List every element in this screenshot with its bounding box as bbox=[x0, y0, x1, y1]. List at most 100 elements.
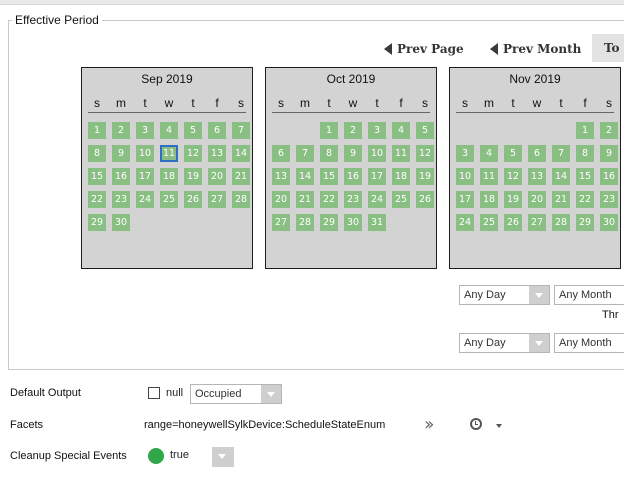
day-cell[interactable]: 21 bbox=[232, 168, 250, 185]
day-cell[interactable]: 10 bbox=[136, 145, 154, 162]
day-cell[interactable]: 4 bbox=[480, 145, 498, 162]
day-cell[interactable]: 4 bbox=[160, 122, 178, 139]
day-cell[interactable]: 3 bbox=[456, 145, 474, 162]
day-cell[interactable]: 17 bbox=[456, 191, 474, 208]
day-cell[interactable]: 5 bbox=[184, 122, 202, 139]
day-cell[interactable]: 29 bbox=[88, 214, 106, 231]
clock-icon[interactable] bbox=[470, 418, 482, 430]
day-cell[interactable]: 13 bbox=[272, 168, 290, 185]
day-cell[interactable]: 31 bbox=[368, 214, 386, 231]
prev-month-button[interactable]: Prev Month bbox=[490, 38, 581, 60]
day-cell[interactable]: 25 bbox=[392, 191, 410, 208]
day-cell[interactable]: 9 bbox=[112, 145, 130, 162]
day-cell[interactable]: 13 bbox=[208, 145, 226, 162]
day-cell[interactable]: 5 bbox=[504, 145, 522, 162]
day-cell[interactable]: 7 bbox=[552, 145, 570, 162]
day-cell[interactable]: 17 bbox=[368, 168, 386, 185]
day-cell[interactable]: 3 bbox=[136, 122, 154, 139]
day-cell[interactable]: 15 bbox=[320, 168, 338, 185]
cleanup-select[interactable] bbox=[210, 447, 234, 467]
day-cell[interactable]: 30 bbox=[112, 214, 130, 231]
day-cell[interactable]: 30 bbox=[600, 214, 618, 231]
day-cell[interactable]: 13 bbox=[528, 168, 546, 185]
selected-day-cell[interactable]: 11 bbox=[160, 145, 178, 162]
day-cell[interactable]: 22 bbox=[320, 191, 338, 208]
day-cell[interactable]: 9 bbox=[344, 145, 362, 162]
day-cell[interactable]: 27 bbox=[272, 214, 290, 231]
day-cell[interactable]: 23 bbox=[112, 191, 130, 208]
day-cell[interactable]: 25 bbox=[480, 214, 498, 231]
day-cell[interactable]: 20 bbox=[528, 191, 546, 208]
day-cell[interactable]: 9 bbox=[600, 145, 618, 162]
day-cell[interactable]: 16 bbox=[112, 168, 130, 185]
day-cell[interactable]: 26 bbox=[416, 191, 434, 208]
day-cell[interactable]: 7 bbox=[232, 122, 250, 139]
day-cell[interactable]: 1 bbox=[88, 122, 106, 139]
day-cell[interactable]: 27 bbox=[528, 214, 546, 231]
day-cell[interactable]: 12 bbox=[416, 145, 434, 162]
day-cell[interactable]: 8 bbox=[320, 145, 338, 162]
day-cell[interactable]: 21 bbox=[552, 191, 570, 208]
day-cell[interactable]: 24 bbox=[136, 191, 154, 208]
day-cell[interactable]: 19 bbox=[504, 191, 522, 208]
day-cell[interactable]: 16 bbox=[600, 168, 618, 185]
day-cell[interactable]: 23 bbox=[344, 191, 362, 208]
day-cell[interactable]: 15 bbox=[576, 168, 594, 185]
day-cell[interactable]: 19 bbox=[184, 168, 202, 185]
day-cell[interactable]: 20 bbox=[208, 168, 226, 185]
day-cell[interactable]: 28 bbox=[232, 191, 250, 208]
day-cell[interactable]: 20 bbox=[272, 191, 290, 208]
day-cell[interactable]: 12 bbox=[184, 145, 202, 162]
day-cell[interactable]: 23 bbox=[600, 191, 618, 208]
start-month-select[interactable]: Any Month bbox=[554, 285, 624, 305]
day-cell[interactable]: 25 bbox=[160, 191, 178, 208]
default-output-select[interactable]: Occupied bbox=[190, 384, 282, 404]
end-month-select[interactable]: Any Month bbox=[554, 333, 624, 353]
day-cell[interactable]: 12 bbox=[504, 168, 522, 185]
day-cell[interactable]: 8 bbox=[576, 145, 594, 162]
today-button[interactable]: To bbox=[592, 34, 624, 62]
day-cell[interactable]: 24 bbox=[368, 191, 386, 208]
day-cell[interactable]: 21 bbox=[296, 191, 314, 208]
day-cell[interactable]: 26 bbox=[184, 191, 202, 208]
day-cell[interactable]: 27 bbox=[208, 191, 226, 208]
day-cell[interactable]: 14 bbox=[232, 145, 250, 162]
day-cell[interactable]: 4 bbox=[392, 122, 410, 139]
day-cell[interactable]: 17 bbox=[136, 168, 154, 185]
day-cell[interactable]: 30 bbox=[344, 214, 362, 231]
day-cell[interactable]: 16 bbox=[344, 168, 362, 185]
day-cell[interactable]: 6 bbox=[272, 145, 290, 162]
day-cell[interactable]: 19 bbox=[416, 168, 434, 185]
day-cell[interactable]: 3 bbox=[368, 122, 386, 139]
null-checkbox[interactable] bbox=[148, 387, 160, 399]
day-cell[interactable]: 10 bbox=[368, 145, 386, 162]
day-cell[interactable]: 2 bbox=[112, 122, 130, 139]
day-cell[interactable]: 8 bbox=[88, 145, 106, 162]
day-cell[interactable]: 24 bbox=[456, 214, 474, 231]
day-cell[interactable]: 2 bbox=[344, 122, 362, 139]
day-cell[interactable]: 5 bbox=[416, 122, 434, 139]
day-cell[interactable]: 22 bbox=[576, 191, 594, 208]
day-cell[interactable]: 18 bbox=[392, 168, 410, 185]
day-cell[interactable]: 2 bbox=[600, 122, 618, 139]
day-cell[interactable]: 28 bbox=[552, 214, 570, 231]
day-cell[interactable]: 29 bbox=[320, 214, 338, 231]
day-cell[interactable]: 15 bbox=[88, 168, 106, 185]
double-chevron-right-icon[interactable]: ›› bbox=[424, 414, 435, 435]
day-cell[interactable]: 22 bbox=[88, 191, 106, 208]
day-cell[interactable]: 14 bbox=[552, 168, 570, 185]
day-cell[interactable]: 1 bbox=[320, 122, 338, 139]
prev-page-button[interactable]: Prev Page bbox=[384, 38, 464, 60]
day-cell[interactable]: 14 bbox=[296, 168, 314, 185]
chevron-down-icon[interactable] bbox=[496, 424, 502, 428]
day-cell[interactable]: 28 bbox=[296, 214, 314, 231]
day-cell[interactable]: 6 bbox=[208, 122, 226, 139]
day-cell[interactable]: 6 bbox=[528, 145, 546, 162]
day-cell[interactable]: 11 bbox=[480, 168, 498, 185]
day-cell[interactable]: 11 bbox=[392, 145, 410, 162]
day-cell[interactable]: 29 bbox=[576, 214, 594, 231]
day-cell[interactable]: 10 bbox=[456, 168, 474, 185]
day-cell[interactable]: 26 bbox=[504, 214, 522, 231]
day-cell[interactable]: 1 bbox=[576, 122, 594, 139]
day-cell[interactable]: 18 bbox=[480, 191, 498, 208]
